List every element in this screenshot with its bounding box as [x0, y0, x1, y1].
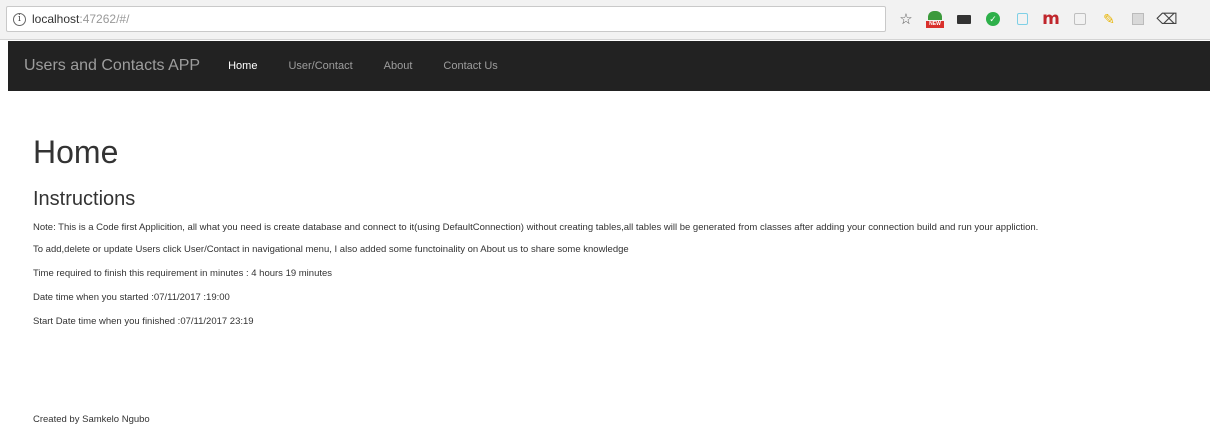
nav-home[interactable]: Home [228, 60, 257, 72]
bookmark-star-icon[interactable]: ☆ [897, 10, 915, 28]
grid-extension-icon[interactable] [1129, 10, 1147, 28]
instructions-heading: Instructions [33, 188, 136, 210]
start-time-paragraph: Date time when you started :07/11/2017 :… [33, 292, 230, 303]
film-extension-icon[interactable] [955, 10, 973, 28]
page-title: Home [33, 134, 119, 170]
main-content: Home Instructions Note: This is a Code f… [33, 128, 1193, 338]
finish-time-paragraph: Start Date time when you finished :07/11… [33, 316, 254, 327]
pencil-extension-icon[interactable]: ✎ [1100, 10, 1118, 28]
address-bar[interactable]: i localhost:47262/#/ [6, 6, 886, 32]
info-icon[interactable]: i [13, 12, 26, 26]
extensions-bar: ☆ NEW ✓ m ✎ ⌫ [897, 8, 1187, 30]
nav-contact-us[interactable]: Contact Us [443, 60, 497, 72]
footer-credit: Created by Samkelo Ngubo [33, 414, 150, 425]
nav-about[interactable]: About [384, 60, 413, 72]
check-extension-icon[interactable]: ✓ [984, 10, 1002, 28]
eraser-extension-icon[interactable]: ⌫ [1156, 10, 1177, 28]
copy-extension-icon[interactable] [1013, 10, 1031, 28]
android-new-extension-icon[interactable]: NEW [926, 10, 944, 28]
nav-user-contact[interactable]: User/Contact [288, 60, 352, 72]
navbar: Users and Contacts APP Home User/Contact… [8, 41, 1210, 91]
brand-link[interactable]: Users and Contacts APP [24, 57, 200, 75]
time-required-paragraph: Time required to finish this requirement… [33, 268, 333, 279]
browser-toolbar: i localhost:47262/#/ ☆ NEW ✓ m ✎ ⌫ [0, 0, 1210, 40]
url-path: :47262/#/ [79, 12, 130, 26]
m-extension-icon[interactable]: m [1042, 9, 1060, 29]
box-extension-icon[interactable] [1071, 10, 1089, 28]
usage-paragraph: To add,delete or update Users click User… [33, 244, 629, 255]
url-host: localhost [32, 12, 80, 26]
note-paragraph: Note: This is a Code first Applicition, … [33, 222, 1039, 233]
